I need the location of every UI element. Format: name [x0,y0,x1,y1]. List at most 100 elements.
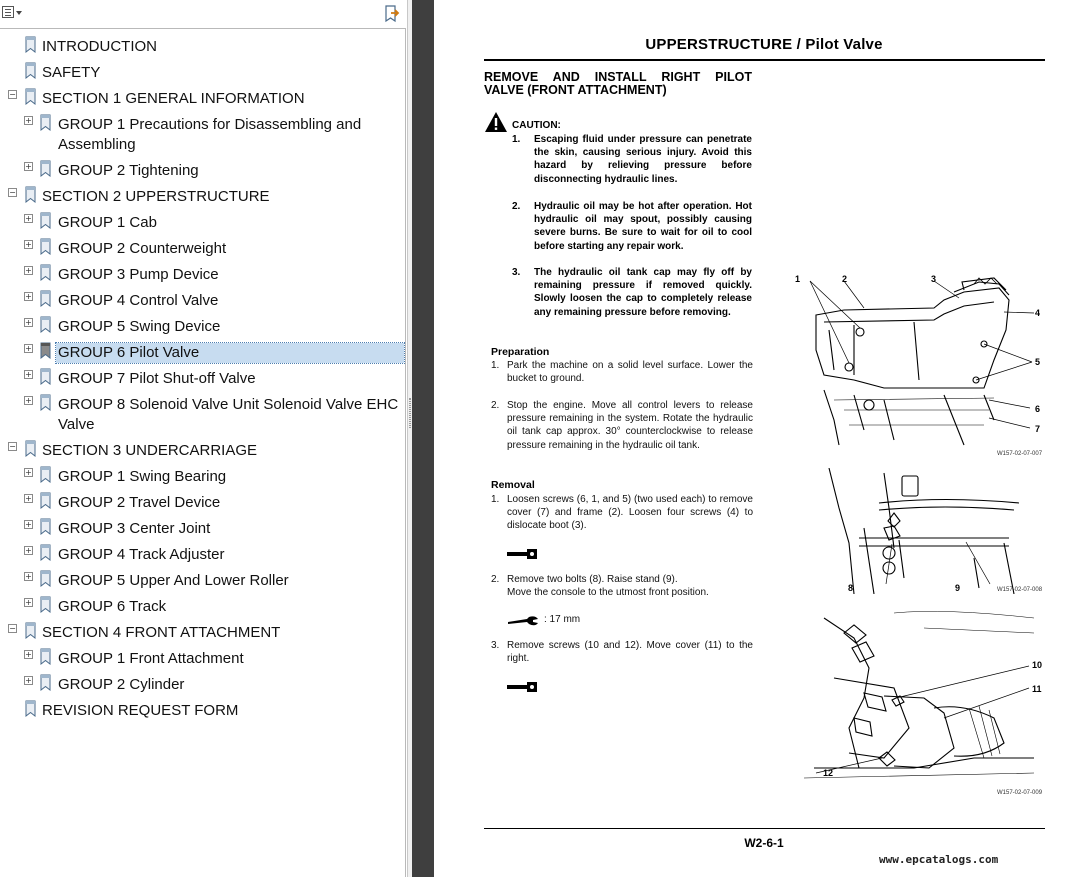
bookmark-item[interactable]: − SECTION 4 FRONT ATTACHMENT [0,619,405,645]
expand-icon[interactable]: + [24,494,33,503]
footer-rule [484,828,1045,829]
bookmark-icon [40,160,51,178]
bookmark-label: GROUP 4 Control Valve [58,292,219,309]
document-page: UPPERSTRUCTURE / Pilot Valve REMOVE AND … [434,0,1091,877]
expand-bookmark-button[interactable] [382,4,402,24]
callout: 11 [1032,684,1042,694]
bookmark-item[interactable]: + GROUP 2 Tightening [0,157,405,183]
bookmark-item[interactable]: − SECTION 3 UNDERCARRIAGE [0,437,405,463]
callout: 12 [823,768,834,778]
collapse-icon[interactable]: − [8,624,17,633]
bookmark-label: GROUP 3 Center Joint [58,520,211,537]
expand-icon[interactable]: + [24,468,33,477]
figure-pilot-valve-cover [809,277,1035,446]
bookmark-icon [25,622,36,640]
bookmark-item[interactable]: + GROUP 3 Center Joint [0,515,405,541]
expand-icon[interactable]: + [24,344,33,353]
bookmark-item[interactable]: − SECTION 1 GENERAL INFORMATION [0,85,405,111]
expand-icon[interactable]: + [24,546,33,555]
bookmark-icon [40,466,51,484]
bookmark-label: SECTION 2 UPPERSTRUCTURE [42,188,270,205]
callout: 6 [1035,404,1041,414]
bookmark-item[interactable]: + GROUP 1 Swing Bearing [0,463,405,489]
expand-icon[interactable]: + [24,116,33,125]
expand-icon[interactable]: + [24,572,33,581]
bookmark-item[interactable]: + GROUP 4 Control Valve [0,287,405,313]
bookmark-item[interactable]: + GROUP 2 Cylinder [0,671,405,697]
bookmark-item[interactable]: + GROUP 6 Track [0,593,405,619]
bookmark-item[interactable]: INTRODUCTION [0,33,405,59]
figure-stand-bolts [828,468,1020,594]
bookmark-label: GROUP 5 Swing Device [58,318,221,335]
expand-icon[interactable]: + [24,318,33,327]
bookmark-icon [40,394,51,412]
collapse-icon[interactable]: − [8,442,17,451]
callout: 3 [931,274,937,284]
callout: 9 [955,583,961,593]
bookmark-label: SECTION 4 FRONT ATTACHMENT [42,624,281,641]
callout: 10 [1032,660,1043,670]
bookmark-item[interactable]: + GROUP 2 Counterweight [0,235,405,261]
bookmark-item[interactable]: + GROUP 2 Travel Device [0,489,405,515]
bookmark-item[interactable]: REVISION REQUEST FORM [0,697,405,723]
bookmark-label: REVISION REQUEST FORM [42,702,239,719]
bookmark-icon [25,62,36,80]
expand-icon[interactable]: + [24,370,33,379]
bookmark-item[interactable]: + GROUP 6 Pilot Valve [0,339,405,365]
bookmark-label-continued: Valve [58,416,95,433]
bookmark-item[interactable]: + GROUP 1 Precautions for Disassembling a… [0,111,405,157]
expand-icon[interactable]: + [24,162,33,171]
caution-label: CAUTION: [512,120,561,131]
expand-icon[interactable]: + [24,266,33,275]
bookmark-item[interactable]: + GROUP 5 Swing Device [0,313,405,339]
spanner-icon [508,616,538,626]
bookmark-icon [40,596,51,614]
bookmark-label: GROUP 3 Pump Device [58,266,219,283]
bookmark-item[interactable]: + GROUP 8 Solenoid Valve Unit Solenoid Va… [0,391,405,437]
bookmark-label: GROUP 6 Track [58,598,167,615]
bookmark-label: SECTION 3 UNDERCARRIAGE [42,442,258,459]
bookmark-label: GROUP 2 Cylinder [58,676,185,693]
bookmarks-panel: INTRODUCTION SAFETY − SECTION 1 GENERAL INF… [0,0,412,877]
expand-icon[interactable]: + [24,598,33,607]
bookmark-item[interactable]: + GROUP 1 Front Attachment [0,645,405,671]
bookmark-item[interactable]: + GROUP 5 Upper And Lower Roller [0,567,405,593]
bookmark-icon [25,700,36,718]
page-number: W2-6-1 [744,836,784,850]
expand-icon[interactable]: + [24,650,33,659]
step-text-continued: Move the console to the utmost front pos… [507,587,709,598]
bookmark-label: GROUP 1 Swing Bearing [58,468,227,485]
bookmark-icon [40,212,51,230]
bookmark-item[interactable]: + GROUP 1 Cab [0,209,405,235]
splitter-grip[interactable] [409,398,411,428]
step-number: 2. [491,400,500,411]
expand-icon[interactable]: + [24,676,33,685]
collapse-icon[interactable]: − [8,188,17,197]
bookmark-item[interactable]: + GROUP 4 Track Adjuster [0,541,405,567]
expand-icon[interactable]: + [24,520,33,529]
bookmark-label: GROUP 7 Pilot Shut-off Valve [58,370,256,387]
expand-icon[interactable]: + [24,292,33,301]
collapse-icon[interactable]: − [8,90,17,99]
step-text: Remove screws (10 and 12). Move cover (1… [507,640,753,665]
section-title: REMOVE AND INSTALL RIGHT PILOT VALVE (FR… [484,71,752,97]
bookmark-item[interactable]: SAFETY [0,59,405,85]
caution-number: 2. [512,201,521,212]
bookmark-item[interactable]: − SECTION 2 UPPERSTRUCTURE [0,183,405,209]
bookmark-label: INTRODUCTION [42,38,157,55]
bookmark-icon [40,290,51,308]
bookmark-icon [40,544,51,562]
expand-icon[interactable]: + [24,396,33,405]
bookmark-icon [40,674,51,692]
callout: 1 [795,274,801,284]
expand-icon[interactable]: + [24,214,33,223]
bookmark-icon [25,186,36,204]
bookmark-item[interactable]: + GROUP 3 Pump Device [0,261,405,287]
figure-code: W157-02-07-009 [997,790,1043,796]
options-button[interactable] [2,4,24,22]
bookmark-icon [40,518,51,536]
expand-icon[interactable]: + [24,240,33,249]
callout: 4 [1035,308,1041,318]
bookmark-item[interactable]: + GROUP 7 Pilot Shut-off Valve [0,365,405,391]
callout: 5 [1035,357,1041,367]
